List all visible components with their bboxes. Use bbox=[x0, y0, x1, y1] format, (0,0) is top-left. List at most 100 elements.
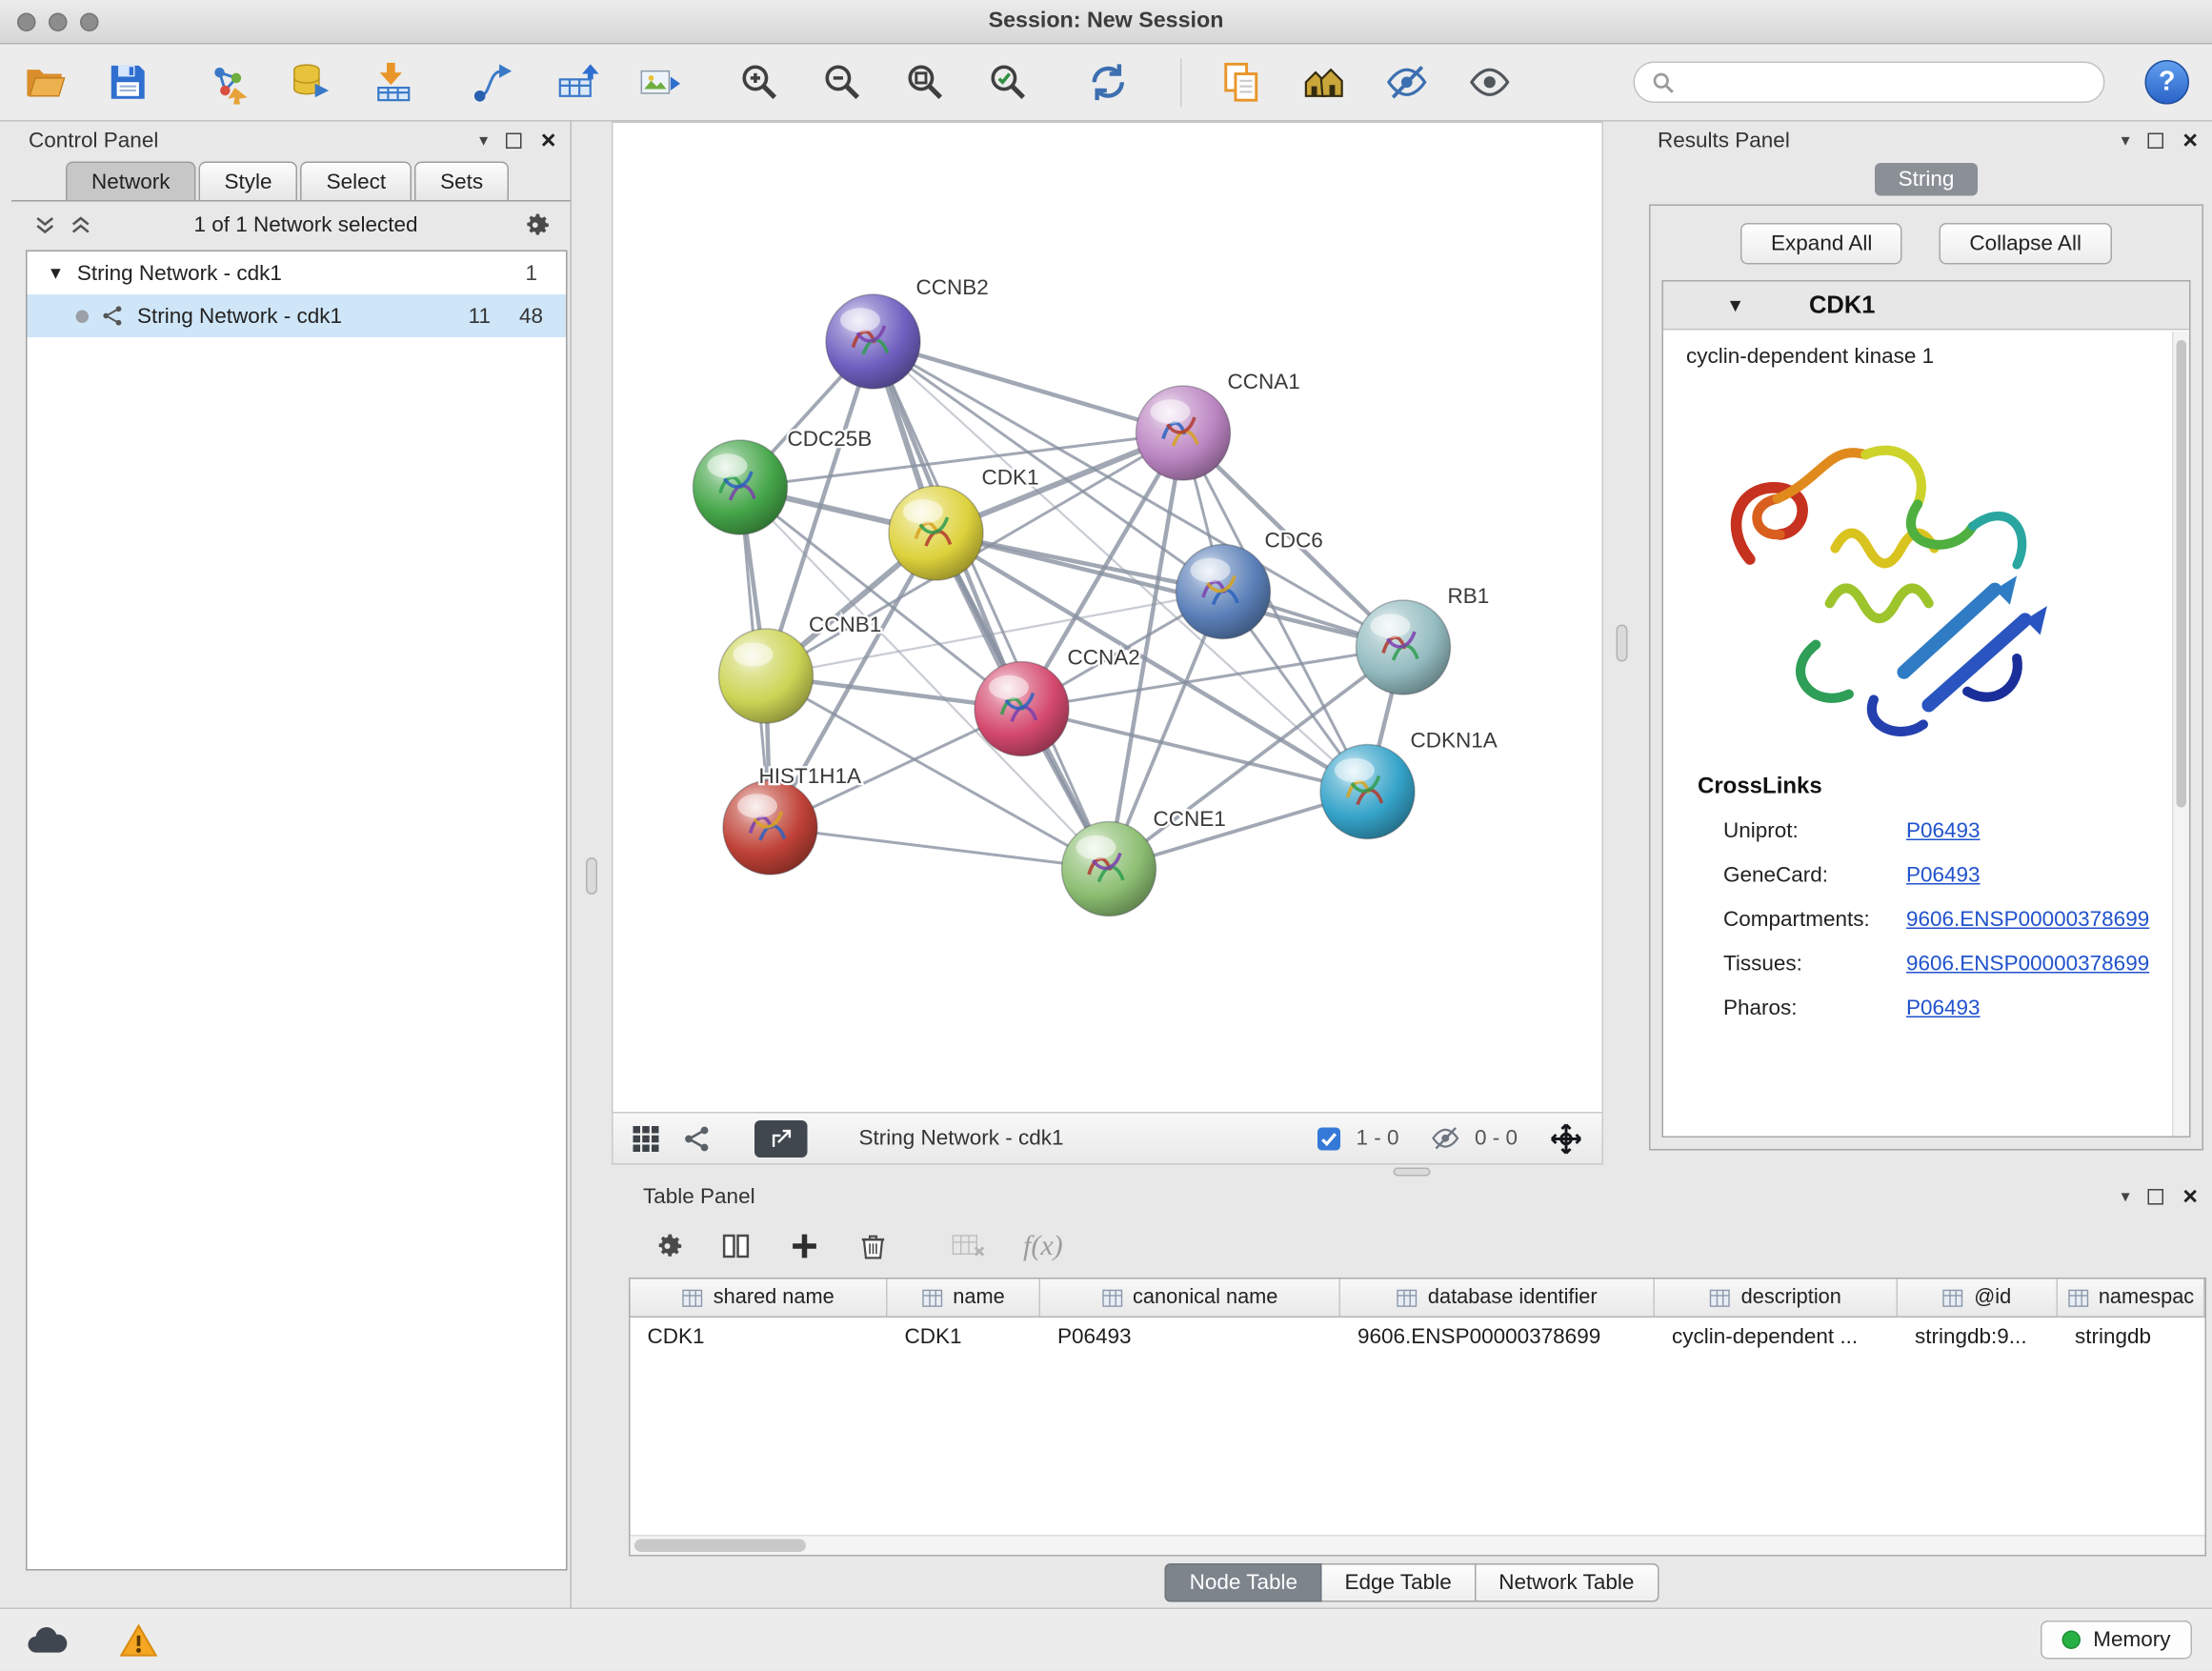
refresh-network-button[interactable] bbox=[1080, 53, 1135, 111]
zoom-in-button[interactable] bbox=[732, 53, 786, 111]
right-splitter[interactable] bbox=[1603, 122, 1640, 1165]
column-header[interactable]: description bbox=[1655, 1279, 1898, 1317]
float-panel-icon[interactable] bbox=[2148, 1188, 2164, 1204]
network-node-cdc25b[interactable] bbox=[694, 440, 788, 534]
cell-description[interactable]: cyclin-dependent ... bbox=[1655, 1325, 1898, 1350]
cell-id[interactable]: stringdb:9... bbox=[1898, 1325, 2058, 1350]
column-header[interactable]: @id bbox=[1898, 1279, 2058, 1317]
table-settings-gear-icon[interactable] bbox=[652, 1231, 683, 1262]
table-row[interactable]: CDK1 CDK1 P06493 9606.ENSP00000378699 cy… bbox=[631, 1318, 2205, 1357]
column-header[interactable]: database identifier bbox=[1340, 1279, 1655, 1317]
splitter-grip[interactable] bbox=[1617, 625, 1628, 662]
horizontal-splitter[interactable] bbox=[612, 1165, 2212, 1178]
column-header[interactable]: namespac bbox=[2058, 1279, 2205, 1317]
gear-icon[interactable] bbox=[520, 210, 551, 240]
delete-column-icon[interactable] bbox=[857, 1231, 889, 1262]
tab-network-table[interactable]: Network Table bbox=[1476, 1563, 1659, 1602]
network-node-ccnb1[interactable] bbox=[719, 629, 814, 723]
network-canvas[interactable]: CCNB2CCNA1CDC25BCDK1CDC6RB1CCNB1CCNA2CDK… bbox=[612, 122, 1603, 1113]
tab-edge-table[interactable]: Edge Table bbox=[1322, 1563, 1477, 1602]
network-node-ccnb2[interactable] bbox=[826, 294, 920, 389]
cell-name[interactable]: CDK1 bbox=[888, 1325, 1041, 1350]
results-scrollbar[interactable] bbox=[2172, 332, 2189, 1137]
selected-checkbox-icon[interactable] bbox=[1316, 1125, 1341, 1151]
network-node-ccna2[interactable] bbox=[975, 662, 1069, 756]
crosslink-tissues[interactable]: 9606.ENSP00000378699 bbox=[1906, 952, 2149, 976]
zoom-window-button[interactable] bbox=[80, 12, 99, 31]
save-session-button[interactable] bbox=[100, 53, 154, 111]
network-node-ccne1[interactable] bbox=[1062, 822, 1156, 916]
open-session-button[interactable] bbox=[17, 53, 71, 111]
network-node-ccna1[interactable] bbox=[1136, 386, 1231, 480]
network-node-cdc6[interactable] bbox=[1176, 545, 1271, 639]
close-panel-icon[interactable]: × bbox=[541, 128, 556, 153]
import-network-database-button[interactable] bbox=[283, 53, 337, 111]
memory-button[interactable]: Memory bbox=[2041, 1621, 2192, 1661]
float-panel-icon[interactable] bbox=[507, 132, 523, 149]
network-node-rb1[interactable] bbox=[1357, 600, 1451, 695]
gene-header[interactable]: ▼ CDK1 bbox=[1663, 282, 2189, 331]
search-input[interactable] bbox=[1685, 70, 2087, 95]
crosslink-uniprot[interactable]: P06493 bbox=[1906, 819, 1981, 844]
splitter-grip[interactable] bbox=[1394, 1167, 1431, 1176]
network-row-selected[interactable]: String Network - cdk1 11 48 bbox=[28, 294, 567, 337]
warnings-button[interactable] bbox=[111, 1619, 166, 1661]
crosslink-pharos[interactable]: P06493 bbox=[1906, 997, 1981, 1021]
export-table-button[interactable] bbox=[549, 53, 603, 111]
collapse-panel-icon[interactable]: ▾ bbox=[479, 131, 488, 149]
network-edge[interactable] bbox=[771, 828, 1110, 870]
grid-view-icon[interactable] bbox=[632, 1124, 660, 1153]
tab-sets[interactable]: Sets bbox=[414, 162, 509, 201]
column-header[interactable]: canonical name bbox=[1040, 1279, 1340, 1317]
open-in-window-button[interactable] bbox=[754, 1119, 808, 1157]
collapse-panel-icon[interactable]: ▾ bbox=[2122, 131, 2130, 149]
hidden-eye-icon[interactable] bbox=[1430, 1123, 1460, 1154]
collapse-all-button[interactable]: Collapse All bbox=[1940, 222, 2112, 264]
cell-namespace[interactable]: stringdb bbox=[2058, 1325, 2205, 1350]
hide-selected-button[interactable] bbox=[1379, 53, 1434, 111]
zoom-selected-button[interactable] bbox=[980, 53, 1035, 111]
float-panel-icon[interactable] bbox=[2148, 132, 2164, 149]
expand-all-networks-icon[interactable] bbox=[34, 213, 56, 235]
tab-select[interactable]: Select bbox=[301, 162, 412, 201]
tab-string[interactable]: String bbox=[1876, 163, 1978, 196]
duplicate-network-button[interactable] bbox=[1214, 53, 1268, 111]
crosslink-compartments[interactable]: 9606.ENSP00000378699 bbox=[1906, 908, 2149, 933]
home-button[interactable] bbox=[1297, 53, 1351, 111]
tab-network[interactable]: Network bbox=[66, 162, 196, 201]
crosslink-genecard[interactable]: P06493 bbox=[1906, 863, 1981, 888]
splitter-grip[interactable] bbox=[586, 857, 597, 895]
left-splitter[interactable] bbox=[572, 122, 612, 1609]
zoom-out-button[interactable] bbox=[814, 53, 869, 111]
minimize-window-button[interactable] bbox=[49, 12, 68, 31]
network-graph[interactable]: CCNB2CCNA1CDC25BCDK1CDC6RB1CCNB1CCNA2CDK… bbox=[613, 123, 1602, 1112]
network-node-hist1h1a[interactable] bbox=[723, 780, 817, 875]
collapse-all-networks-icon[interactable] bbox=[70, 213, 92, 235]
network-node-cdk1[interactable] bbox=[889, 486, 983, 580]
network-edge[interactable] bbox=[874, 342, 1184, 433]
column-header[interactable]: shared name bbox=[631, 1279, 888, 1317]
network-collection-row[interactable]: ▼ String Network - cdk1 1 bbox=[28, 252, 567, 294]
export-image-button[interactable] bbox=[632, 53, 686, 111]
show-columns-icon[interactable] bbox=[720, 1231, 752, 1262]
scrollbar-thumb[interactable] bbox=[634, 1540, 806, 1553]
export-network-button[interactable] bbox=[466, 53, 520, 111]
close-panel-icon[interactable]: × bbox=[2182, 1183, 2198, 1209]
add-column-icon[interactable] bbox=[789, 1231, 820, 1262]
tab-node-table[interactable]: Node Table bbox=[1165, 1563, 1321, 1602]
birds-eye-view-icon[interactable] bbox=[683, 1124, 712, 1153]
tree-expand-icon[interactable]: ▼ bbox=[48, 263, 65, 283]
expand-all-button[interactable]: Expand All bbox=[1741, 222, 1902, 264]
cloud-status-button[interactable] bbox=[20, 1619, 74, 1661]
close-panel-icon[interactable]: × bbox=[2182, 128, 2198, 153]
network-edge[interactable] bbox=[936, 534, 1404, 648]
network-edge[interactable] bbox=[874, 342, 1110, 870]
import-network-file-button[interactable] bbox=[200, 53, 254, 111]
help-button[interactable]: ? bbox=[2145, 60, 2190, 105]
show-all-button[interactable] bbox=[1462, 53, 1517, 111]
collapse-gene-icon[interactable]: ▼ bbox=[1726, 294, 1744, 316]
tab-style[interactable]: Style bbox=[199, 162, 298, 201]
close-window-button[interactable] bbox=[17, 12, 36, 31]
column-header[interactable]: name bbox=[888, 1279, 1041, 1317]
cell-database-identifier[interactable]: 9606.ENSP00000378699 bbox=[1340, 1325, 1655, 1350]
